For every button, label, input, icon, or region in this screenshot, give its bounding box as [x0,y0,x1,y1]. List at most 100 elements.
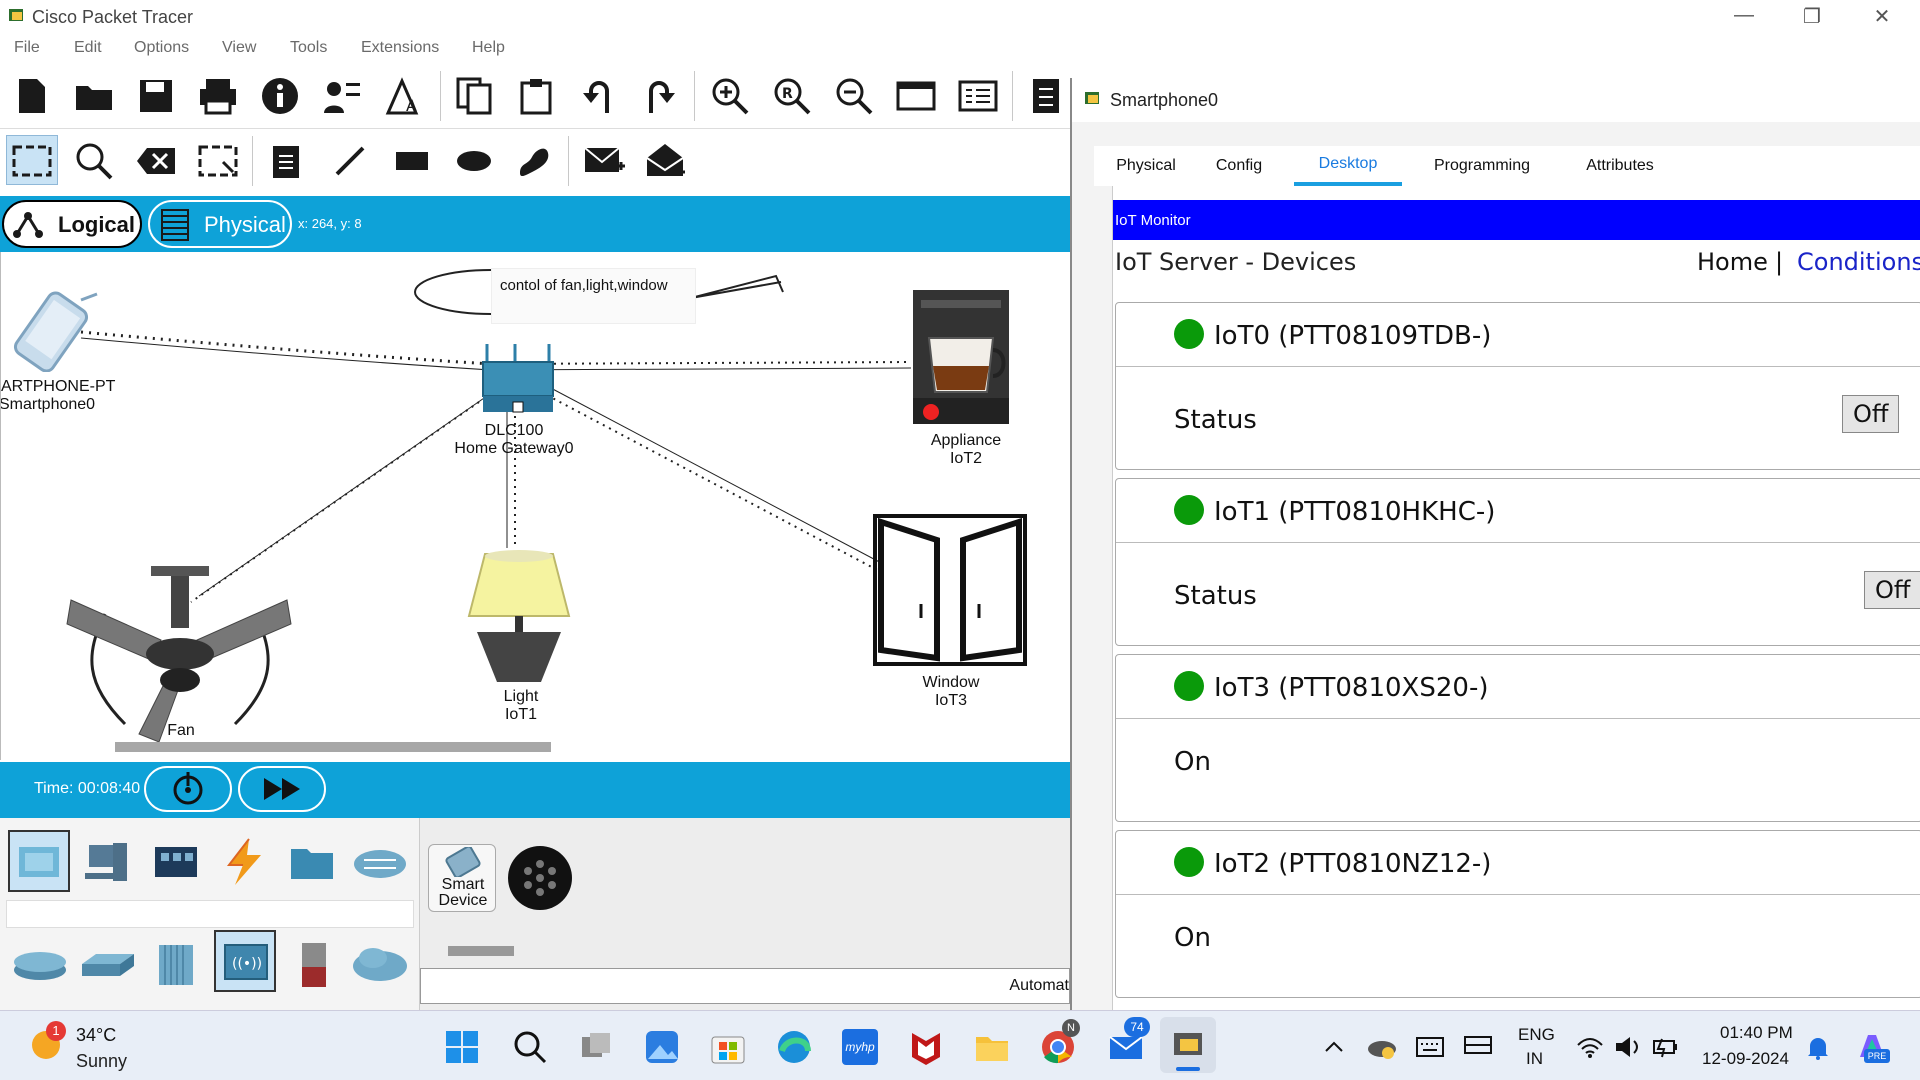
connections-category-icon[interactable] [214,832,274,892]
place-note-icon[interactable] [262,137,310,185]
battery-icon[interactable] [1644,1025,1688,1069]
freeform-shape-icon[interactable] [510,137,558,185]
region-indicator[interactable]: IN [1526,1049,1543,1069]
keyboard-icon[interactable] [1408,1025,1452,1069]
chrome-browser-icon[interactable]: N [1036,1019,1080,1069]
multiuser-category-icon[interactable] [350,832,410,892]
save-icon[interactable] [132,72,180,120]
speaker-device-icon[interactable] [506,844,574,912]
wireless-devices-category-icon[interactable]: ((•)) [216,932,276,992]
smartphone-device-icon[interactable] [1,290,101,372]
fan-device-icon[interactable] [65,564,295,744]
menu-extensions[interactable]: Extensions [361,39,439,57]
display-icon[interactable] [1456,1025,1500,1069]
device-search-input[interactable] [6,900,414,928]
redo-icon[interactable] [636,72,684,120]
window-device-icon[interactable] [873,514,1027,666]
menu-tools[interactable]: Tools [290,39,327,57]
hubs-category-icon[interactable] [146,934,206,994]
select-tool-icon[interactable] [8,137,56,185]
home-link[interactable]: Home [1697,248,1768,276]
iot-device-header[interactable]: IoT0 (PTT08109TDB-) [1116,303,1920,367]
drawing-palette-icon[interactable] [892,72,940,120]
onedrive-icon[interactable] [1360,1025,1404,1069]
zoom-out-icon[interactable] [830,72,878,120]
zoom-reset-icon[interactable]: R [768,72,816,120]
microsoft-store-icon[interactable] [706,1025,750,1069]
coffee-appliance-icon[interactable] [911,288,1017,428]
power-cycle-button[interactable] [144,766,232,812]
packet-tracer-taskbar-button[interactable] [1160,1017,1216,1073]
menu-edit[interactable]: Edit [74,39,102,57]
edge-browser-icon[interactable] [772,1025,816,1069]
draw-rectangle-icon[interactable] [388,137,436,185]
conditions-link[interactable]: Conditions [1797,248,1920,276]
iot1-status-off-button[interactable]: Off [1864,571,1920,609]
minimize-icon[interactable]: — [1724,4,1764,30]
draw-line-icon[interactable] [326,137,374,185]
clock-time[interactable]: 01:40 PM [1720,1023,1793,1043]
end-devices-category-icon[interactable] [78,832,138,892]
iot-device-card[interactable]: IoT0 (PTT08109TDB-) Status Off [1115,302,1920,470]
components-category-icon[interactable] [146,832,206,892]
language-indicator[interactable]: ENG [1518,1025,1555,1045]
routers-category-icon[interactable] [10,934,70,994]
photos-app-icon[interactable] [640,1025,684,1069]
mail-app-icon[interactable]: 74 [1104,1017,1150,1069]
tab-physical[interactable]: Physical [1094,146,1198,186]
undo-icon[interactable] [574,72,622,120]
weather-widget[interactable]: 1 [30,1021,66,1061]
logical-mode-button[interactable]: Logical [2,200,142,248]
menu-help[interactable]: Help [472,39,505,57]
myhp-app-icon[interactable]: myhp [838,1025,882,1069]
home-gateway-icon[interactable] [479,342,557,416]
menu-options[interactable]: Options [134,39,189,57]
network-devices-category-icon[interactable] [10,832,70,892]
tab-programming[interactable]: Programming [1412,146,1552,186]
smart-device-button[interactable]: Smart Device [428,844,496,912]
menu-file[interactable]: File [14,39,40,57]
draw-ellipse-icon[interactable] [450,137,498,185]
iot-device-card[interactable]: IoT1 (PTT0810HKHC-) Status Off [1115,478,1920,646]
open-folder-icon[interactable] [70,72,118,120]
paste-icon[interactable] [512,72,560,120]
iot-device-header[interactable]: IoT1 (PTT0810HKHC-) [1116,479,1920,543]
iot-device-header[interactable]: IoT2 (PTT0810NZ12-) [1116,831,1920,895]
list-icon[interactable] [1022,72,1070,120]
palette-scrollbar[interactable] [448,946,514,956]
menu-view[interactable]: View [222,39,256,57]
iot-device-header[interactable]: IoT3 (PTT0810XS20-) [1116,655,1920,719]
show-hidden-icons-chevron-icon[interactable] [1312,1025,1356,1069]
light-device-icon[interactable] [459,548,579,692]
iot0-status-off-button[interactable]: Off [1842,395,1900,433]
search-icon[interactable] [508,1025,552,1069]
start-button-icon[interactable] [440,1025,484,1069]
resize-shape-icon[interactable] [194,137,242,185]
copy-icon[interactable] [450,72,498,120]
iot-device-card[interactable]: IoT2 (PTT0810NZ12-) On [1115,830,1920,998]
logical-workspace[interactable]: contol of fan,light,window ARTPHONE-PT S… [0,252,1070,760]
tab-desktop[interactable]: Desktop [1294,146,1402,186]
close-icon[interactable]: ✕ [1862,4,1902,30]
iot-device-card[interactable]: IoT3 (PTT0810XS20-) On [1115,654,1920,822]
custom-device-dialog-icon[interactable] [954,72,1002,120]
delete-icon[interactable] [132,137,180,185]
restore-icon[interactable]: ❐ [1792,4,1832,30]
fast-forward-button[interactable] [238,766,326,812]
miscellaneous-category-icon[interactable] [282,832,342,892]
wan-emulation-category-icon[interactable] [350,934,410,994]
physical-mode-button[interactable]: Physical [148,200,292,248]
workspace-horizontal-scrollbar[interactable] [115,742,551,752]
new-file-icon[interactable] [8,72,56,120]
add-complex-pdu-icon[interactable] [642,137,690,185]
network-info-icon[interactable] [318,72,366,120]
switches-category-icon[interactable] [78,934,138,994]
tab-config[interactable]: Config [1198,146,1280,186]
activity-wizard-icon[interactable]: A [380,72,428,120]
task-view-icon[interactable] [574,1025,618,1069]
notification-bell-icon[interactable] [1796,1025,1840,1069]
info-icon[interactable] [256,72,304,120]
workspace-note[interactable]: contol of fan,light,window [491,268,696,324]
inspect-icon[interactable] [70,137,118,185]
mcafee-icon[interactable] [904,1025,948,1069]
